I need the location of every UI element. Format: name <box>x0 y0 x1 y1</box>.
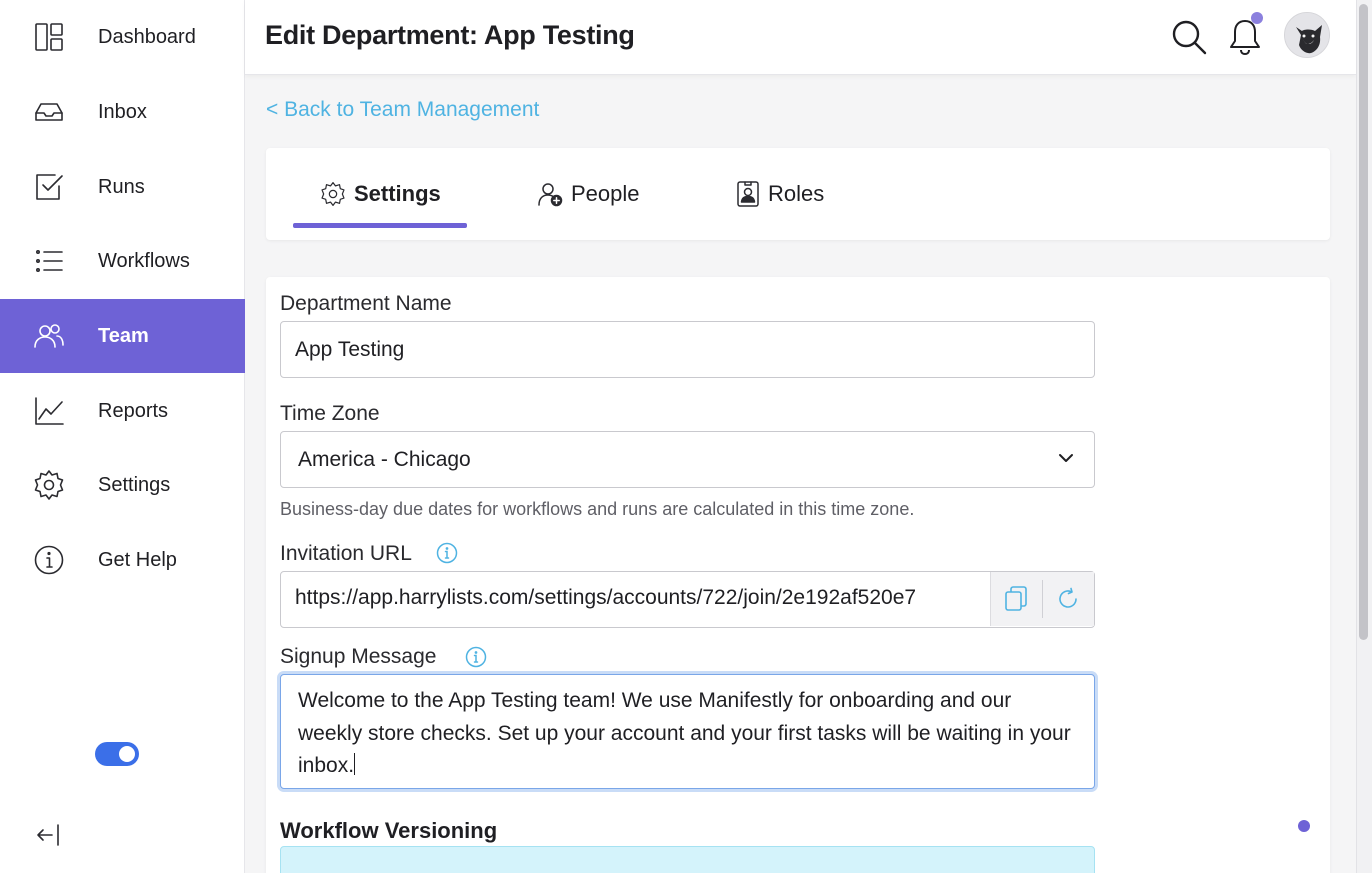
invitation-url-label: Invitation URL <box>280 542 412 565</box>
active-tab-indicator <box>293 223 467 228</box>
sidebar-item-runs[interactable]: Runs <box>0 150 245 224</box>
team-icon <box>32 319 66 353</box>
user-plus-icon <box>538 183 563 207</box>
sidebar-item-label: Workflows <box>98 249 190 272</box>
copy-icon[interactable] <box>1003 585 1029 613</box>
department-name-value: App Testing <box>295 337 405 361</box>
sidebar-item-label: Team <box>98 324 149 347</box>
workflow-versioning-info-box <box>280 846 1095 873</box>
theme-toggle[interactable] <box>95 742 139 766</box>
signup-message-value: Welcome to the App Testing team! We use … <box>298 689 1071 777</box>
tab-label: Settings <box>354 181 441 206</box>
gear-icon <box>321 182 345 206</box>
sidebar-item-label: Get Help <box>98 548 177 571</box>
department-name-label: Department Name <box>280 292 452 315</box>
sidebar-item-workflows[interactable]: Workflows <box>0 224 245 298</box>
timezone-value: America - Chicago <box>298 447 471 471</box>
sidebar-item-label: Inbox <box>98 100 147 123</box>
timezone-label: Time Zone <box>280 402 380 425</box>
gear-icon <box>32 468 66 502</box>
sidebar-item-reports[interactable]: Reports <box>0 374 245 448</box>
refresh-icon[interactable] <box>1056 587 1080 611</box>
sidebar-item-inbox[interactable]: Inbox <box>0 75 245 149</box>
actions-divider <box>1042 580 1043 618</box>
signup-message-info-icon[interactable] <box>465 646 487 668</box>
department-name-input[interactable]: App Testing <box>280 321 1095 378</box>
scrollbar-thumb[interactable] <box>1359 4 1368 640</box>
signup-message-label: Signup Message <box>280 645 437 668</box>
list-icon <box>32 244 66 278</box>
top-header: Edit Department: App Testing <box>245 0 1356 75</box>
sidebar: Dashboard Inbox Runs Workflows Team Repo… <box>0 0 245 873</box>
sidebar-item-settings[interactable]: Settings <box>0 448 245 522</box>
tab-label: Roles <box>768 181 825 206</box>
chart-icon <box>32 394 66 428</box>
sidebar-item-label: Runs <box>98 175 145 198</box>
checkbox-icon <box>32 170 66 204</box>
chat-widget-icon[interactable] <box>1298 820 1310 832</box>
sidebar-item-label: Dashboard <box>98 25 196 48</box>
chevron-down-icon <box>1055 447 1077 469</box>
toggle-knob <box>119 746 135 762</box>
invitation-url-value: https://app.harrylists.com/settings/acco… <box>295 586 917 609</box>
workflow-versioning-title: Workflow Versioning <box>280 818 498 843</box>
invitation-url-info-icon[interactable] <box>436 542 458 564</box>
sidebar-item-team[interactable]: Team <box>0 299 245 373</box>
timezone-select[interactable]: America - Chicago <box>280 431 1095 488</box>
sidebar-item-label: Settings <box>98 473 171 496</box>
tabs-bar: Settings People Roles <box>266 148 1330 240</box>
back-to-team-link[interactable]: < Back to Team Management <box>266 98 539 122</box>
sidebar-item-dashboard[interactable]: Dashboard <box>0 0 245 74</box>
tab-label: People <box>571 181 640 206</box>
info-icon <box>32 543 66 577</box>
notification-badge <box>1251 12 1263 24</box>
tab-roles[interactable]: Roles <box>736 148 824 240</box>
id-badge-icon <box>737 181 759 207</box>
sidebar-item-get-help[interactable]: Get Help <box>0 523 245 597</box>
inbox-icon <box>32 95 66 129</box>
page-title: Edit Department: App Testing <box>265 20 635 50</box>
text-caret <box>354 753 356 775</box>
sidebar-item-label: Reports <box>98 399 169 422</box>
collapse-sidebar-icon[interactable] <box>34 820 64 850</box>
tab-people[interactable]: People <box>537 148 640 240</box>
search-icon[interactable] <box>1170 18 1208 56</box>
signup-message-textarea[interactable]: Welcome to the App Testing team! We use … <box>280 674 1095 789</box>
avatar[interactable] <box>1284 12 1330 58</box>
dashboard-icon <box>32 20 66 54</box>
timezone-help-text: Business-day due dates for workflows and… <box>280 499 915 519</box>
